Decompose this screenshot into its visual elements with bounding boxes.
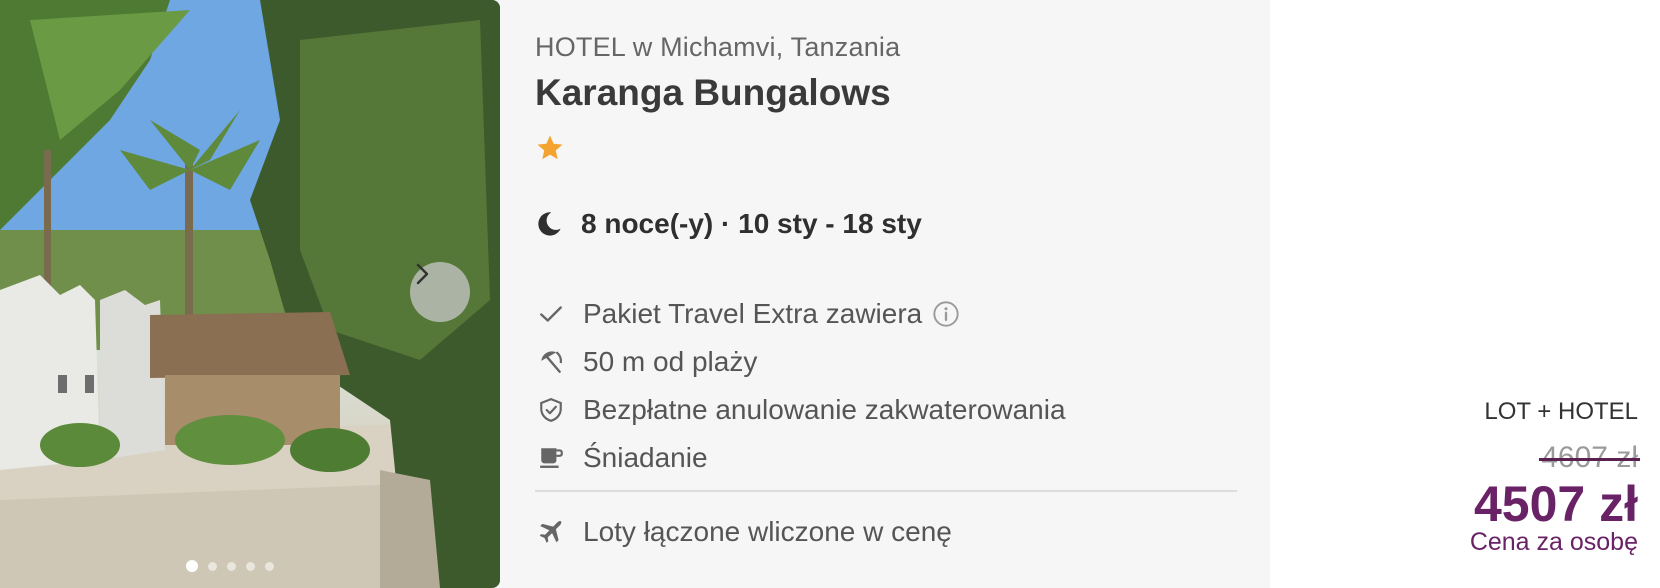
coffee-cup-icon bbox=[535, 442, 567, 474]
hotel-details: HOTEL w Michamvi, Tanzania Karanga Bunga… bbox=[535, 0, 1240, 588]
gallery-dot[interactable] bbox=[265, 561, 274, 571]
strikethrough-line bbox=[1539, 458, 1640, 461]
feature-item: 50 m od plaży bbox=[535, 338, 1066, 386]
price-panel[interactable]: LOT + HOTEL 4607 zł 4507 zł Cena za osob… bbox=[1270, 0, 1660, 588]
gallery-dot[interactable] bbox=[186, 560, 198, 572]
beach-umbrella-icon bbox=[535, 346, 567, 378]
airplane-icon bbox=[535, 516, 567, 548]
hotel-offer-card[interactable]: HOTEL w Michamvi, Tanzania Karanga Bunga… bbox=[0, 0, 1660, 588]
star-icon bbox=[537, 135, 563, 160]
old-price: 4607 zł bbox=[1539, 441, 1640, 475]
chevron-right-icon bbox=[416, 263, 429, 285]
hotel-photo-gallery[interactable] bbox=[0, 0, 500, 588]
divider bbox=[535, 490, 1237, 492]
check-icon bbox=[535, 298, 567, 330]
star-rating bbox=[535, 133, 565, 168]
feature-text: Śniadanie bbox=[583, 442, 708, 473]
price-per-person-label: Cena za osobę bbox=[1469, 528, 1638, 556]
gallery-dot[interactable] bbox=[208, 561, 217, 571]
gallery-next-button[interactable] bbox=[410, 262, 470, 322]
gallery-dot[interactable] bbox=[246, 561, 255, 571]
stay-text: 8 noce(-y) · 10 sty - 18 sty bbox=[581, 208, 922, 239]
feature-text: Pakiet Travel Extra zawiera bbox=[583, 298, 923, 329]
hotel-name[interactable]: Karanga Bungalows bbox=[535, 72, 891, 114]
current-price: 4507 zł bbox=[1473, 476, 1638, 532]
feature-text: 50 m od plaży bbox=[583, 346, 758, 377]
package-type: LOT + HOTEL bbox=[1484, 398, 1638, 425]
gallery-dots bbox=[186, 560, 274, 572]
feature-item: Bezpłatne anulowanie zakwaterowania bbox=[535, 386, 1066, 434]
shield-check-icon bbox=[535, 394, 567, 426]
gallery-dot[interactable] bbox=[227, 561, 236, 571]
hotel-location: HOTEL w Michamvi, Tanzania bbox=[535, 32, 901, 62]
moon-icon bbox=[538, 212, 561, 236]
feature-text: Bezpłatne anulowanie zakwaterowania bbox=[583, 394, 1066, 425]
feature-item: Pakiet Travel Extra zawiera bbox=[535, 290, 1066, 338]
info-icon[interactable] bbox=[932, 300, 960, 328]
feature-list: Pakiet Travel Extra zawiera 50 m od plaż… bbox=[535, 290, 1066, 482]
feature-item: Śniadanie bbox=[535, 434, 1066, 482]
flights-info: Loty łączone wliczone w cenę bbox=[535, 516, 952, 548]
flights-text: Loty łączone wliczone w cenę bbox=[583, 516, 952, 547]
stay-summary: 8 noce(-y) · 10 sty - 18 sty bbox=[535, 208, 922, 240]
